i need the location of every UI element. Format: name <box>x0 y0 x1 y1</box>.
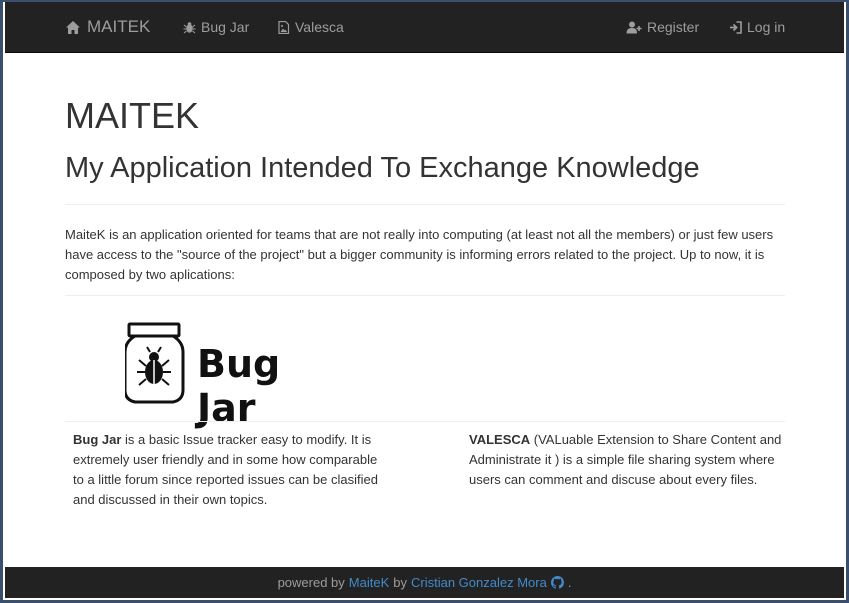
divider-bottom <box>65 421 785 422</box>
divider-middle <box>65 294 785 296</box>
register-label: Register <box>647 19 700 35</box>
home-icon <box>65 20 81 35</box>
window-frame <box>0 0 849 603</box>
bug-jar-description: Bug Jar is a basic Issue tracker easy to… <box>73 430 388 510</box>
footer-maitek-link[interactable]: MaiteK <box>349 575 389 590</box>
bug-jar-logo-text: Bug Jar <box>197 342 281 430</box>
login-link[interactable]: Log in <box>729 19 785 35</box>
nav-bug-jar[interactable]: Bug Jar <box>183 19 249 35</box>
intro-paragraph: MaiteK is an application oriented for te… <box>65 226 774 282</box>
nav-bug-jar-label: Bug Jar <box>201 19 250 35</box>
bug-icon <box>183 21 196 34</box>
bug-jar-logo[interactable]: Bug Jar <box>123 322 330 430</box>
nav-valesca[interactable]: Valesca <box>277 19 344 35</box>
footer-end: . <box>567 575 572 590</box>
footer-author-link[interactable]: Cristian Gonzalez Mora <box>411 575 547 590</box>
main-content: MAITEK My Application Intended To Exchan… <box>65 94 785 296</box>
image-file-icon <box>277 20 290 34</box>
user-plus-icon <box>626 21 642 34</box>
brand-label: MAITEK <box>87 17 151 36</box>
sign-in-icon <box>729 20 742 34</box>
valesca-name: VALESCA <box>469 432 531 447</box>
divider-top <box>65 203 785 205</box>
brand-home-link[interactable]: MAITEK <box>65 17 150 37</box>
bug-jar-name: Bug Jar <box>73 432 122 447</box>
footer-powered-by: powered by <box>277 575 345 590</box>
footer-by: by <box>393 575 407 590</box>
valesca-description: VALESCA (VALuable Extension to Share Con… <box>469 430 784 490</box>
nav-valesca-label: Valesca <box>295 19 344 35</box>
top-navbar: MAITEK Bug Jar Valesca Register Log in <box>5 2 844 53</box>
footer: powered by MaiteK by Cristian Gonzalez M… <box>5 567 844 598</box>
register-link[interactable]: Register <box>626 19 699 35</box>
page-subtitle: My Application Intended To Exchange Know… <box>65 152 700 185</box>
login-label: Log in <box>747 19 786 35</box>
page-title: MAITEK <box>65 95 200 136</box>
github-icon[interactable] <box>550 576 564 589</box>
